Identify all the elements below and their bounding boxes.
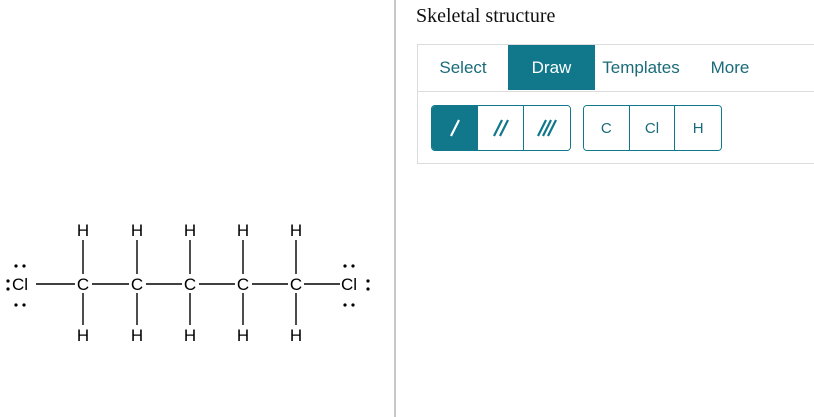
toolbar-tabs: Select Draw Templates More [418,45,814,92]
single-bond-icon [449,119,460,137]
bond-tool-group [431,105,571,151]
atom-c2: C [131,275,143,294]
hydrogen-atoms-bottom: H H H H H [77,326,302,345]
atom-tool-group: C Cl H [583,105,722,151]
atom-cl-left: Cl [12,275,28,294]
hydrogen-atoms-top: H H H H H [77,221,302,240]
atom-h-bottom-3: H [184,326,196,345]
tab-select[interactable]: Select [418,45,508,90]
atom-h-bottom-5: H [290,326,302,345]
editor-pane: Skeletal structure Select Draw Templates… [396,0,814,417]
panel-title: Skeletal structure [416,5,556,27]
atom-c-button[interactable]: C [584,106,630,150]
tab-more[interactable]: More [698,45,762,90]
triple-bond-icon [537,119,557,137]
atom-c5: C [290,275,302,294]
double-bond-icon [492,119,509,137]
tab-draw[interactable]: Draw [508,45,595,90]
atom-cl-right: Cl [341,275,357,294]
atom-h-top-4: H [237,221,249,240]
molecule-canvas[interactable]: Cl C C C C C H H H H H H H H H H Cl [0,0,394,417]
single-bond-button[interactable] [432,106,478,150]
atom-cl-button[interactable]: Cl [629,106,676,150]
atom-h-button[interactable]: H [675,106,721,150]
triple-bond-button[interactable] [524,106,570,150]
atom-h-bottom-2: H [131,326,143,345]
lewis-structure-diagram: Cl C C C C C H H H H H H H H H H Cl [6,221,370,345]
atom-h-top-2: H [131,221,143,240]
drawing-toolbar-panel: Select Draw Templates More C Cl H [417,44,814,164]
atom-c4: C [237,275,249,294]
atom-c3: C [184,275,196,294]
atom-h-bottom-4: H [237,326,249,345]
atom-h-bottom-1: H [77,326,89,345]
atom-h-top-5: H [290,221,302,240]
atom-h-top-3: H [184,221,196,240]
atom-c1: C [77,275,89,294]
tab-templates[interactable]: Templates [595,45,687,90]
double-bond-button[interactable] [478,106,524,150]
atom-h-top-1: H [77,221,89,240]
